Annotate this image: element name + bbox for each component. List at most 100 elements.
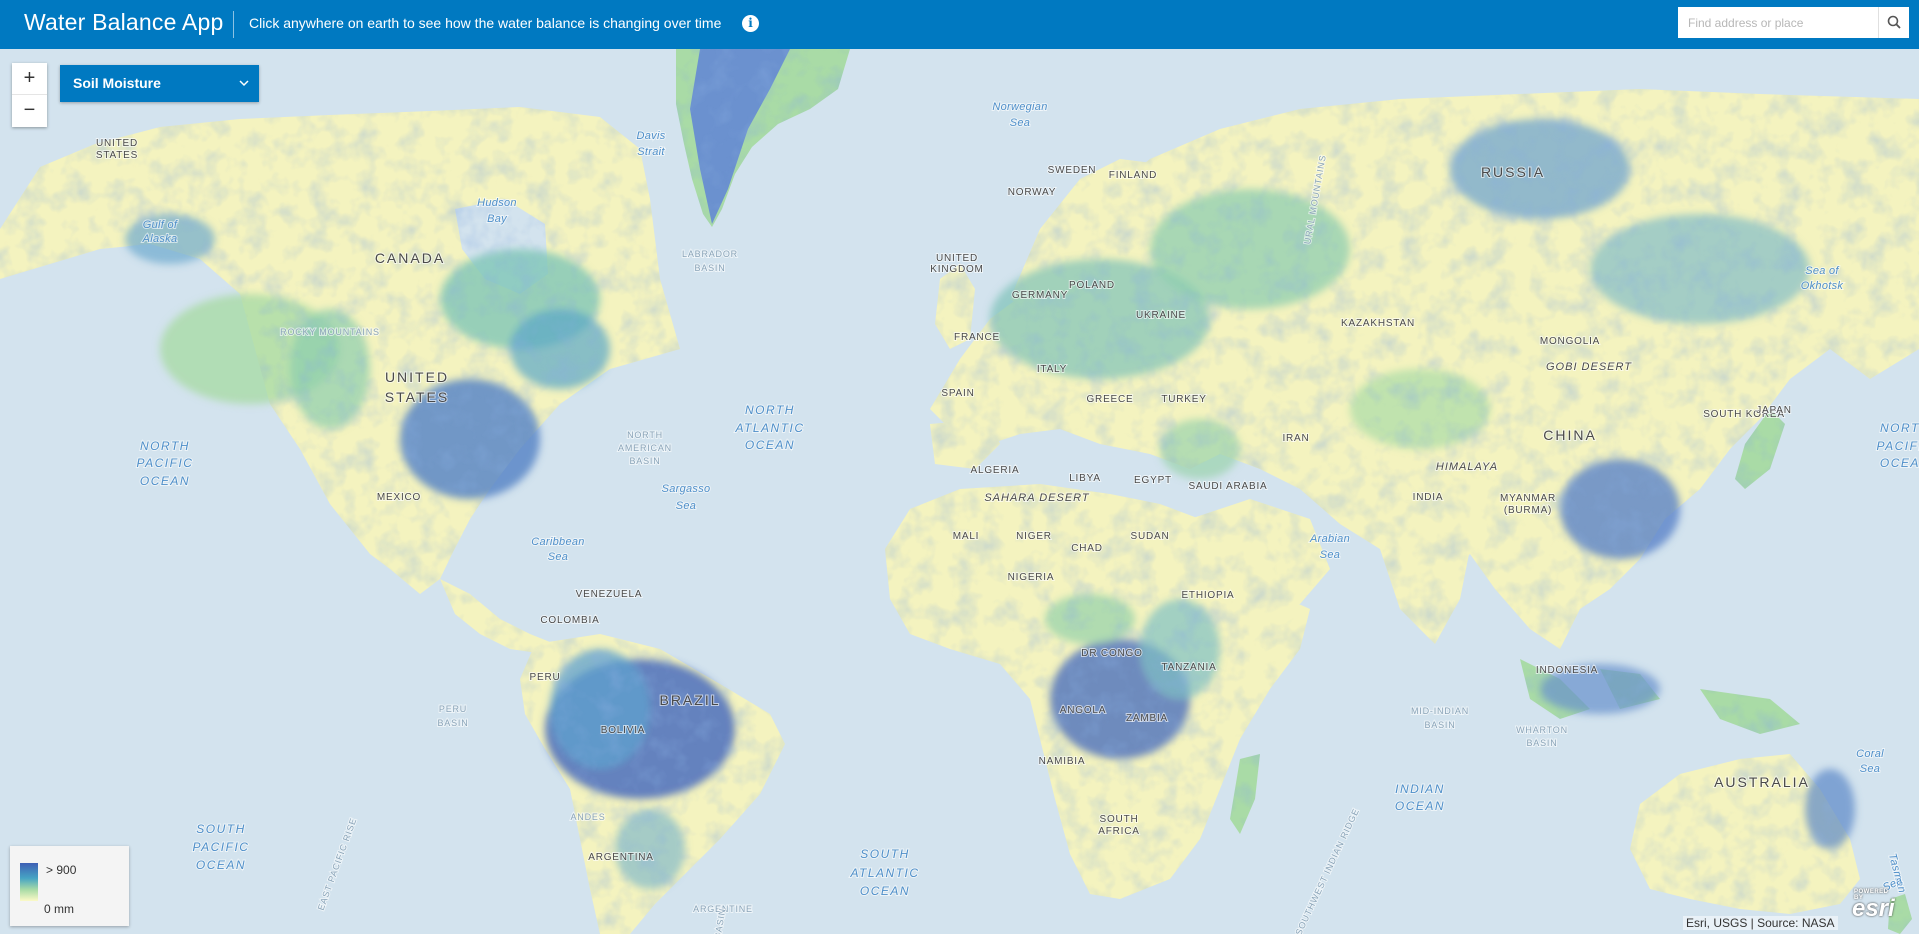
world-map[interactable]: UNITED STATES Davis Strait Norwegian Sea Gulf … (0, 49, 1919, 934)
map-label: Norwegian (992, 101, 1047, 113)
map-label: SPAIN (941, 388, 974, 399)
search-box (1678, 7, 1909, 38)
map-label: PACIFIC (1877, 439, 1919, 453)
map-label: Caribbean (531, 536, 584, 548)
map-label: TANZANIA (1161, 662, 1216, 673)
map-label: FRANCE (954, 332, 1000, 343)
map-label: ZAMBIA (1126, 713, 1168, 724)
map-label: PACIFIC (137, 456, 194, 470)
map-label: WHARTON (1516, 725, 1568, 735)
map-label: OCEAN (860, 884, 910, 898)
map-legend: > 900 0 mm (10, 846, 129, 926)
map-label: GREECE (1086, 394, 1133, 405)
map-label: NORWAY (1008, 187, 1057, 198)
map-label: AUSTRALIA (1714, 774, 1810, 790)
map-label: AMERICAN (618, 443, 672, 453)
legend-min-label: 0 mm (44, 902, 74, 916)
map-label: DR CONGO (1081, 648, 1142, 659)
map-label: CHAD (1071, 543, 1103, 554)
map-label: SWEDEN (1048, 165, 1097, 176)
map-label: OCEAN (196, 858, 246, 872)
map-label: BASIN (1424, 720, 1455, 730)
header-divider (233, 11, 234, 38)
map-label: Gulf of (143, 219, 178, 231)
map-label: Sea of (1805, 265, 1839, 277)
map-label: Okhotsk (1801, 280, 1844, 292)
map-canvas[interactable]: UNITEDSTATESDavisStraitNorwegianSeaGulf … (0, 49, 1919, 934)
map-label: Sargasso (662, 483, 711, 495)
map-label: TURKEY (1161, 394, 1206, 405)
esri-logo[interactable]: POWERED BY esri (1852, 889, 1895, 923)
map-label: LIBYA (1069, 473, 1101, 484)
map-label: Strait (637, 146, 665, 158)
map-label: SAUDI ARABIA (1188, 481, 1267, 492)
info-icon[interactable]: i (742, 15, 759, 32)
map-label: KINGDOM (930, 264, 983, 275)
map-label: PERU (530, 672, 561, 683)
map-label: SOUTH (860, 847, 910, 861)
map-label: GOBI DESERT (1546, 361, 1632, 373)
map-label: ROCKY MOUNTAINS (280, 327, 380, 337)
map-label: Sea (1320, 549, 1340, 561)
layer-dropdown[interactable]: Soil Moisture (60, 65, 259, 102)
map-label: Sea (676, 500, 696, 512)
map-label: Sea (1860, 763, 1880, 775)
map-label: NORTH (140, 439, 190, 453)
map-attribution[interactable]: Esri, USGS | Source: NASA (1683, 916, 1838, 930)
map-label: HIMALAYA (1436, 461, 1498, 473)
map-label: AFRICA (1098, 826, 1139, 837)
map-label: OCEAN (1395, 799, 1445, 813)
map-label: PACIFIC (193, 840, 250, 854)
map-label: MALI (953, 531, 980, 542)
search-input[interactable] (1678, 7, 1888, 38)
map-label: ANGOLA (1060, 705, 1106, 716)
map-label: COLOMBIA (540, 615, 599, 626)
map-label: NAMIBIA (1039, 756, 1086, 767)
zoom-in-button[interactable]: + (12, 63, 47, 95)
map-label: UNITED (385, 369, 449, 385)
map-label: ATLANTIC (734, 421, 804, 435)
map-label: LABRADOR (682, 249, 738, 259)
layer-dropdown-label: Soil Moisture (73, 75, 161, 91)
map-label: UKRAINE (1136, 310, 1186, 321)
legend-color-ramp (20, 863, 38, 901)
zoom-control: + − (12, 63, 47, 127)
map-label: JAPAN (1756, 405, 1792, 416)
map-label: BASIN (1526, 738, 1557, 748)
map-label: FINLAND (1109, 170, 1157, 181)
map-label: KAZAKHSTAN (1341, 318, 1415, 329)
map-label: ATLANTIC (849, 866, 919, 880)
esri-logo-small: POWERED BY (1854, 889, 1889, 901)
map-label: BRAZIL (659, 692, 720, 708)
map-label: SOUTH (1100, 814, 1139, 825)
app-subtitle: Click anywhere on earth to see how the w… (249, 15, 722, 31)
map-label: BASIN (629, 456, 660, 466)
map-label: SAHARA DESERT (984, 492, 1090, 504)
search-button[interactable] (1878, 7, 1910, 38)
map-label: UNITED (96, 138, 138, 149)
map-label: ETHIOPIA (1181, 590, 1234, 601)
map-label: BASIN (437, 718, 468, 728)
map-label: RUSSIA (1481, 164, 1545, 180)
map-label: BOLIVIA (601, 725, 646, 736)
map-label: EGYPT (1134, 475, 1172, 486)
map-label: SOUTH (196, 822, 246, 836)
map-label: Coral (1856, 748, 1884, 760)
map-label: Bay (487, 213, 508, 225)
map-label: NORTH (1880, 421, 1919, 435)
map-label: NORTH (745, 403, 795, 417)
map-label: Sea (548, 551, 568, 563)
map-label: SUDAN (1130, 531, 1169, 542)
search-icon (1887, 15, 1901, 29)
map-label: OCEAN (140, 474, 190, 488)
app-header: Water Balance App Click anywhere on eart… (0, 0, 1919, 49)
zoom-out-button[interactable]: − (12, 95, 47, 126)
map-label: Arabian (1309, 533, 1350, 545)
map-label: (BURMA) (1504, 505, 1552, 516)
map-label: Hudson (477, 197, 517, 209)
map-label: VENEZUELA (576, 589, 643, 600)
map-label: BASIN (694, 263, 725, 273)
map-label: ITALY (1037, 364, 1067, 375)
map-label: NIGERIA (1008, 572, 1055, 583)
map-label: NIGER (1016, 531, 1052, 542)
